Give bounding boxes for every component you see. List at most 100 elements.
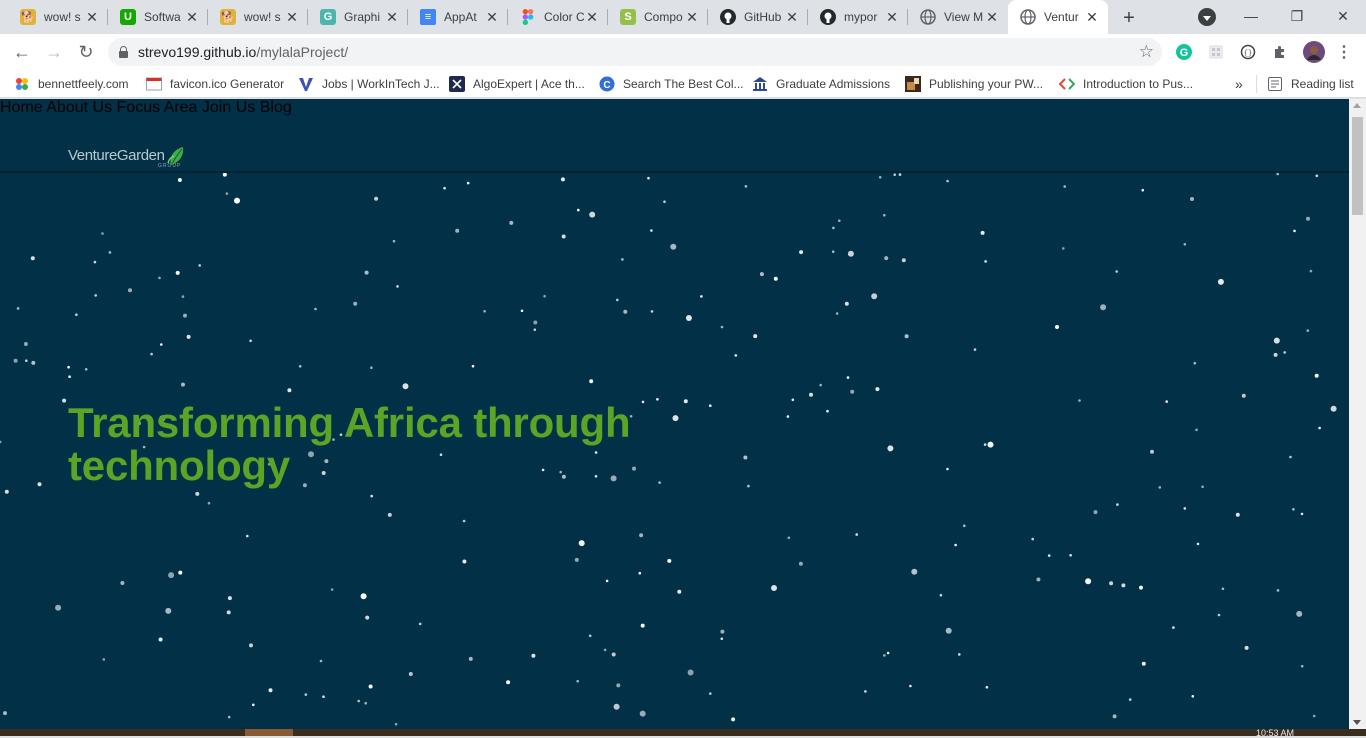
close-tab-icon[interactable]: ✕ (884, 9, 900, 26)
star-dot (753, 334, 758, 339)
star-dot (1221, 587, 1225, 591)
star-dot (402, 383, 409, 390)
close-tab-icon[interactable]: ✕ (184, 9, 200, 26)
close-tab-icon[interactable]: ✕ (384, 9, 400, 26)
figma-icon (520, 9, 536, 25)
browser-menu-icon[interactable]: ⋮ (1335, 43, 1353, 61)
bookmark-item[interactable]: Publishing your PW... (905, 75, 1043, 93)
close-tab-icon[interactable]: ✕ (584, 9, 600, 26)
bookmark-label: bennettfeely.com (38, 77, 129, 91)
bookmark-item[interactable]: C Search The Best Col... (599, 75, 744, 93)
nav-home[interactable]: Home (0, 99, 43, 116)
close-tab-icon[interactable]: ✕ (284, 9, 300, 26)
close-tab-icon[interactable]: ✕ (1084, 9, 1100, 26)
star-dot (1093, 510, 1098, 515)
code-icon (1059, 76, 1075, 92)
restore-button[interactable]: ❐ (1274, 0, 1320, 32)
scroll-up-arrow-icon[interactable] (1353, 103, 1361, 108)
bookmark-item[interactable]: Jobs | WorkInTech J... (298, 75, 440, 93)
close-tab-icon[interactable]: ✕ (784, 9, 800, 26)
new-tab-button[interactable]: + (1115, 4, 1143, 32)
browser-tab[interactable]: View M ✕ (908, 0, 1008, 34)
star-dot (946, 179, 949, 183)
star-dot (685, 315, 692, 321)
close-tab-icon[interactable]: ✕ (984, 9, 1000, 26)
browser-tab[interactable]: G Graphi ✕ (308, 0, 408, 34)
url-text[interactable]: strevo199.github.io/mylalaProject/ (138, 44, 348, 60)
star-dot (1115, 270, 1118, 273)
star-dot (1150, 449, 1154, 454)
algoexpert-icon (449, 76, 465, 92)
lock-icon[interactable] (108, 45, 138, 58)
star-dot (1312, 714, 1316, 718)
star-dot (747, 484, 750, 488)
reading-list-button[interactable]: Reading list (1256, 75, 1354, 93)
browser-tab[interactable]: ≡ AppAt ✕ (408, 0, 508, 34)
browser-tab-active[interactable]: Ventur ✕ (1008, 0, 1108, 34)
site-header: VentureGarden GROUP Home About Us Focus … (0, 99, 1349, 173)
browser-tab[interactable]: Color C ✕ (508, 0, 608, 34)
star-dot (744, 185, 748, 188)
extension-grid-icon[interactable] (1207, 43, 1225, 61)
browser-tab[interactable]: 🐕 wow! s ✕ (8, 0, 108, 34)
tab-title: Ventur (1044, 10, 1079, 24)
bookmark-item[interactable]: bennettfeely.com (14, 75, 129, 93)
address-bar[interactable]: strevo199.github.io/mylalaProject/ ☆ (108, 38, 1162, 66)
star-dot (687, 669, 694, 676)
nav-blog[interactable]: Blog (260, 99, 292, 116)
star-dot (639, 533, 644, 538)
star-dot (826, 409, 829, 413)
profile-avatar[interactable] (1303, 41, 1325, 63)
svg-text:G: G (1180, 47, 1189, 59)
star-dot (31, 360, 36, 365)
star-dot (787, 536, 791, 540)
grammarly-icon[interactable]: G (1175, 43, 1193, 61)
browser-tab[interactable]: S Compo ✕ (608, 0, 708, 34)
bookmark-item[interactable]: favicon.ico Generator (146, 75, 284, 93)
tab-search-button[interactable] (1198, 8, 1216, 26)
browser-tab[interactable]: U Softwa ✕ (108, 0, 208, 34)
close-window-button[interactable]: ✕ (1320, 0, 1366, 32)
star-dot (677, 589, 682, 594)
close-tab-icon[interactable]: ✕ (84, 9, 100, 26)
scroll-down-arrow-icon[interactable] (1353, 720, 1361, 725)
reload-button[interactable]: ↻ (72, 38, 100, 66)
taskbar-app-item[interactable] (245, 729, 293, 736)
nav-focus-area[interactable]: Focus Area (117, 99, 198, 116)
star-dot (1141, 661, 1146, 666)
forward-button[interactable]: → (40, 38, 68, 66)
star-dot (408, 672, 413, 676)
star-dot (225, 192, 229, 195)
star-dot (1069, 554, 1072, 557)
extensions-puzzle-icon[interactable] (1271, 43, 1289, 61)
api-extension-icon[interactable]: {} (1239, 43, 1257, 61)
star-dot (466, 181, 470, 185)
close-tab-icon[interactable]: ✕ (684, 9, 700, 26)
scrollbar-thumb[interactable] (1352, 117, 1363, 215)
browser-tab[interactable]: 🐕 wow! s ✕ (208, 0, 308, 34)
nav-join-us[interactable]: Join Us (202, 99, 255, 116)
star-dot (1112, 714, 1117, 719)
minimize-button[interactable]: — (1228, 0, 1274, 32)
site-logo[interactable]: VentureGarden GROUP (68, 147, 187, 172)
bookmark-label: Graduate Admissions (776, 77, 891, 91)
star-dot (901, 258, 906, 263)
star-dot (1085, 578, 1092, 585)
back-button[interactable]: ← (8, 38, 36, 66)
star-dot (75, 313, 78, 316)
bookmark-item[interactable]: Graduate Admissions (752, 75, 890, 93)
page-scrollbar[interactable] (1349, 99, 1366, 729)
bookmark-star-icon[interactable]: ☆ (1139, 42, 1154, 62)
browser-tab[interactable]: GitHub ✕ (708, 0, 808, 34)
bookmark-item[interactable]: Introduction to Pus... (1059, 75, 1193, 93)
star-dot (84, 368, 88, 371)
star-dot (946, 467, 949, 471)
star-dot (640, 623, 645, 628)
nav-about-us[interactable]: About Us (46, 99, 112, 116)
bookmarks-overflow-button[interactable]: » (1235, 75, 1243, 93)
bookmark-item[interactable]: AlgoExpert | Ace th... (449, 75, 585, 93)
browser-tab[interactable]: mypor ✕ (808, 0, 908, 34)
star-dot (743, 455, 748, 460)
star-dot (939, 593, 943, 597)
close-tab-icon[interactable]: ✕ (484, 9, 500, 26)
